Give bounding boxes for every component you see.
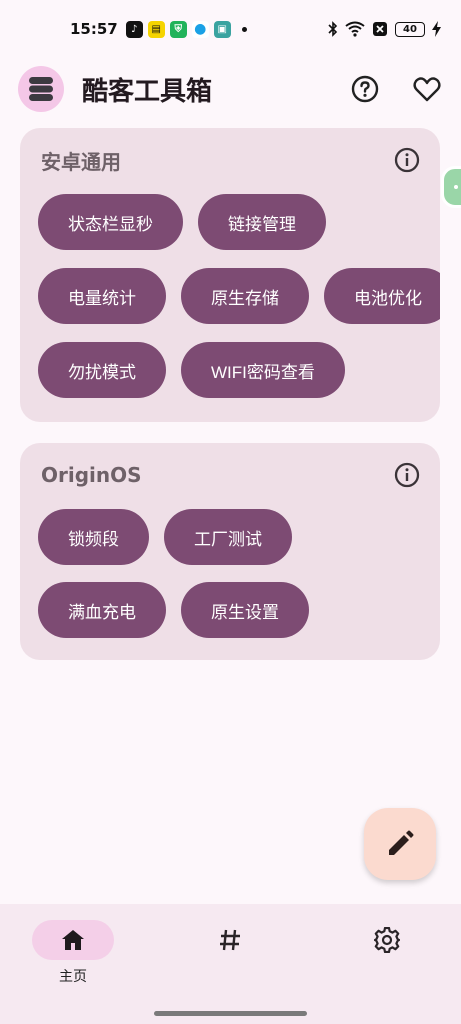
hash-icon — [220, 929, 240, 951]
edit-icon — [389, 830, 414, 855]
status-time: 15:57 — [70, 20, 118, 38]
chip-lock-band[interactable]: 锁频段 — [38, 509, 149, 565]
card-android-general: 安卓通用 状态栏显秒 链接管理 电量统计 原生存储 电池优化 勿扰模式 WIFI密码查看 — [20, 128, 440, 422]
chip-native-settings[interactable]: 原生设置 — [181, 582, 309, 638]
card-title: 安卓通用 — [41, 149, 121, 174]
app-logo — [18, 66, 64, 112]
nav-label: 主页 — [59, 969, 87, 985]
floating-side-handle[interactable] — [441, 166, 461, 208]
shield-app-icon: ⛨ — [169, 20, 187, 38]
app-icon: ▤ — [147, 20, 165, 38]
bottom-navigation: 主页 — [0, 904, 461, 1024]
card-originos: OriginOS 锁频段 工厂测试 满血充电 原生设置 — [20, 443, 440, 660]
chip-full-charge[interactable]: 满血充电 — [38, 582, 166, 638]
app-title: 酷客工具箱 — [82, 76, 213, 107]
edit-fab[interactable] — [364, 808, 436, 880]
card-title: OriginOS — [41, 463, 142, 487]
nav-item-home[interactable]: 主页 — [3, 920, 143, 986]
game-app-icon: ▣ — [213, 20, 231, 38]
info-button[interactable] — [392, 460, 422, 490]
chip-row: 电量统计 原生存储 电池优化 — [38, 268, 440, 324]
qq-icon: ● — [191, 20, 209, 38]
chip-battery-optimization[interactable]: 电池优化 — [324, 268, 440, 324]
info-icon — [394, 147, 420, 173]
stack-logo-icon — [29, 77, 53, 101]
system-icons: 40 — [328, 21, 441, 37]
notification-icons: ♪ ▤ ⛨ ● ▣ — [125, 20, 247, 38]
info-button[interactable] — [392, 145, 422, 175]
charging-icon — [432, 21, 441, 37]
chip-battery-stats[interactable]: 电量统计 — [38, 268, 166, 324]
gesture-bar[interactable] — [154, 1011, 307, 1016]
chip-status-bar-seconds[interactable]: 状态栏显秒 — [38, 194, 183, 250]
nav-active-indicator — [32, 920, 114, 960]
chip-do-not-disturb[interactable]: 勿扰模式 — [38, 342, 166, 398]
chip-wifi-password[interactable]: WIFI密码查看 — [181, 342, 345, 398]
heart-icon — [413, 77, 441, 102]
status-bar: 15:57 ♪ ▤ ⛨ ● ▣ 40 — [0, 0, 461, 58]
chip-factory-test[interactable]: 工厂测试 — [164, 509, 292, 565]
top-app-bar: 酷客工具箱 — [0, 58, 461, 120]
chip-link-management[interactable]: 链接管理 — [198, 194, 326, 250]
settings-icon — [374, 927, 400, 953]
battery-indicator: 40 — [395, 21, 425, 37]
nav-item-settings[interactable] — [317, 920, 457, 960]
nav-item-tags[interactable] — [160, 920, 300, 960]
home-icon — [62, 930, 84, 950]
chip-native-storage[interactable]: 原生存储 — [181, 268, 309, 324]
data-off-icon — [373, 22, 387, 36]
help-icon — [351, 75, 379, 103]
bluetooth-icon — [328, 21, 338, 37]
chip-row: 勿扰模式 WIFI密码查看 — [38, 342, 360, 398]
chip-row: 满血充电 原生设置 — [38, 582, 324, 638]
more-notifications-dot — [241, 26, 247, 32]
tiktok-icon: ♪ — [125, 20, 143, 38]
favorite-button[interactable] — [411, 73, 443, 105]
info-icon — [394, 462, 420, 488]
wifi-icon — [345, 21, 365, 37]
chip-row: 状态栏显秒 链接管理 — [38, 194, 341, 250]
chip-row: 锁频段 工厂测试 — [38, 509, 307, 565]
help-button[interactable] — [349, 73, 381, 105]
